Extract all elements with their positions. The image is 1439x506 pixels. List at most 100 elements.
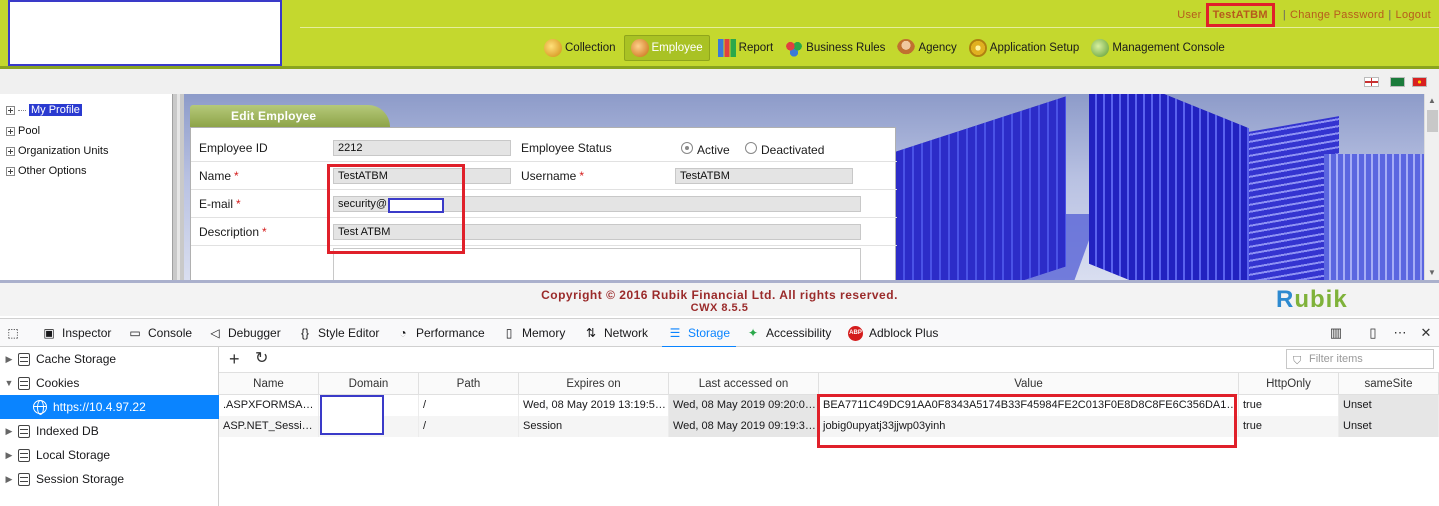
nav-label: Report xyxy=(738,42,774,54)
cell-path[interactable]: / xyxy=(419,395,519,416)
vietnam-flag-icon[interactable] xyxy=(1412,77,1427,87)
nav-collection[interactable]: Collection xyxy=(538,35,622,61)
cell-value[interactable]: jobig0upyatj33jjwp03yinh xyxy=(819,416,1239,437)
table-row[interactable]: ASP.NET_SessionId / Session Wed, 08 May … xyxy=(219,416,1439,437)
database-icon xyxy=(18,448,30,462)
collapsed-arrow-icon[interactable]: ▶ xyxy=(0,426,18,437)
tree-session-storage[interactable]: ▶ Session Storage xyxy=(0,467,219,491)
expand-icon[interactable] xyxy=(6,166,15,176)
tree-cookies[interactable]: ▼ Cookies xyxy=(0,371,219,395)
tree-local-storage[interactable]: ▶ Local Storage xyxy=(0,443,219,467)
cell-expires[interactable]: Session xyxy=(519,416,669,437)
status-active-radio[interactable] xyxy=(681,142,693,154)
tab-debugger[interactable]: ◁ Debugger xyxy=(208,319,280,347)
form-row-email: E-mail * security@ xyxy=(191,190,897,218)
tree-cache-storage[interactable]: ▶ Cache Storage xyxy=(0,347,219,371)
nav-management-console[interactable]: Management Console xyxy=(1085,35,1231,61)
tab-console[interactable]: ▭ Console xyxy=(128,319,192,347)
tab-style-editor[interactable]: {} Style Editor xyxy=(298,319,379,347)
logout-link[interactable]: Logout xyxy=(1396,9,1431,21)
column-header-httponly[interactable]: HttpOnly xyxy=(1239,373,1339,395)
nav-business-rules[interactable]: Business Rules xyxy=(779,35,891,61)
employee-status-label: Employee Status xyxy=(521,141,612,155)
saudi-flag-icon[interactable] xyxy=(1390,77,1405,87)
user-name: TestATBM xyxy=(1205,3,1275,27)
cell-samesite[interactable]: Unset xyxy=(1339,395,1439,416)
add-item-icon[interactable]: + xyxy=(229,350,240,368)
scroll-up-icon[interactable]: ▲ xyxy=(1428,96,1436,105)
cell-domain[interactable] xyxy=(319,395,419,416)
cell-last-accessed[interactable]: Wed, 08 May 2019 09:19:37 GMT xyxy=(669,416,819,437)
expand-icon[interactable] xyxy=(6,146,15,156)
nav-employee[interactable]: Employee xyxy=(623,35,710,61)
cell-httponly[interactable]: true xyxy=(1239,395,1339,416)
scroll-thumb[interactable] xyxy=(1427,110,1438,132)
more-options-icon[interactable]: ⋯ xyxy=(1392,325,1408,341)
tree-item-my-profile[interactable]: My Profile xyxy=(6,102,82,118)
dock-side-icon[interactable]: ▥ xyxy=(1328,325,1344,341)
tab-inspector[interactable]: ▣ Inspector xyxy=(42,319,111,347)
tree-indexed-db[interactable]: ▶ Indexed DB xyxy=(0,419,219,443)
name-field[interactable]: TestATBM xyxy=(333,168,511,184)
tab-storage[interactable]: ☰ Storage xyxy=(661,319,737,348)
english-flag-icon[interactable] xyxy=(1364,77,1379,87)
employee-id-field[interactable]: 2212 xyxy=(333,140,511,156)
nav-application-setup[interactable]: Application Setup xyxy=(963,35,1086,61)
content-area: Edit Employee Employee ID 2212 Employee … xyxy=(184,94,1424,280)
tab-accessibility[interactable]: ✦ Accessibility xyxy=(746,319,831,347)
status-deactivated-radio[interactable] xyxy=(745,142,757,154)
tab-performance[interactable]: ◔ Performance xyxy=(396,319,484,347)
cell-value[interactable]: BEA7711C49DC91AA0F8343A5174B33F45984FE2C… xyxy=(819,395,1239,416)
content-scrollbar[interactable]: ▲ ▼ xyxy=(1424,94,1439,280)
collapsed-arrow-icon[interactable]: ▶ xyxy=(0,474,18,485)
cell-last-accessed[interactable]: Wed, 08 May 2019 09:20:04 GMT xyxy=(669,395,819,416)
tree-label: Cache Storage xyxy=(36,352,117,366)
refresh-icon[interactable]: ↻ xyxy=(255,350,268,368)
scroll-down-icon[interactable]: ▼ xyxy=(1428,268,1436,277)
cell-expires[interactable]: Wed, 08 May 2019 13:19:59 GMT xyxy=(519,395,669,416)
cell-httponly[interactable]: true xyxy=(1239,416,1339,437)
tree-item-pool[interactable]: Pool xyxy=(6,123,40,139)
tab-adblock-plus[interactable]: ABP Adblock Plus xyxy=(848,319,938,347)
expanded-arrow-icon[interactable]: ▼ xyxy=(0,378,18,388)
email-field[interactable]: security@ xyxy=(333,196,861,212)
tab-network[interactable]: ⇅ Network xyxy=(584,319,648,347)
notes-textarea[interactable] xyxy=(333,248,861,280)
expand-icon[interactable] xyxy=(6,126,15,136)
close-icon[interactable]: ✕ xyxy=(1418,325,1434,341)
storage-tree: ▶ Cache Storage ▼ Cookies https://10.4.97.… xyxy=(0,347,219,506)
pick-element-button[interactable]: ⬚ xyxy=(6,319,26,347)
sidebar-splitter[interactable] xyxy=(172,94,184,280)
responsive-design-icon[interactable]: ▯ xyxy=(1365,325,1381,341)
column-header-domain[interactable]: Domain xyxy=(319,373,419,395)
tree-item-organization-units[interactable]: Organization Units xyxy=(6,143,109,159)
background-building xyxy=(1089,94,1249,280)
column-header-expires[interactable]: Expires on xyxy=(519,373,669,395)
nav-label: Business Rules xyxy=(806,42,886,54)
tab-memory[interactable]: ▯ Memory xyxy=(502,319,566,347)
cell-name[interactable]: .ASPXFORMSAUTH xyxy=(219,395,319,416)
cell-path[interactable]: / xyxy=(419,416,519,437)
change-password-link[interactable]: Change Password xyxy=(1290,9,1384,21)
table-row[interactable]: .ASPXFORMSAUTH / Wed, 08 May 2019 13:19:… xyxy=(219,395,1439,416)
expand-icon[interactable] xyxy=(6,105,15,115)
column-header-last-accessed[interactable]: Last accessed on xyxy=(669,373,819,395)
description-field[interactable]: Test ATBM xyxy=(333,224,861,240)
tree-cookie-host[interactable]: https://10.4.97.22 xyxy=(0,395,219,419)
nav-report[interactable]: Report xyxy=(712,35,780,61)
cell-samesite[interactable]: Unset xyxy=(1339,416,1439,437)
devtools-toolbar: ⬚ ▣ Inspector ▭ Console ◁ Debugger {} Style … xyxy=(0,318,1439,348)
employee-icon xyxy=(630,39,649,57)
username-field[interactable]: TestATBM xyxy=(675,168,853,184)
column-header-path[interactable]: Path xyxy=(419,373,519,395)
collapsed-arrow-icon[interactable]: ▶ xyxy=(0,450,18,461)
column-header-value[interactable]: Value xyxy=(819,373,1239,395)
tree-item-other-options[interactable]: Other Options xyxy=(6,163,86,179)
nav-agency[interactable]: Agency xyxy=(891,35,962,61)
filter-items-input[interactable]: ⛉ Filter items xyxy=(1286,349,1434,369)
column-header-name[interactable]: Name xyxy=(219,373,319,395)
cell-domain[interactable] xyxy=(319,416,419,437)
column-header-samesite[interactable]: sameSite xyxy=(1339,373,1439,395)
cell-name[interactable]: ASP.NET_SessionId xyxy=(219,416,319,437)
collapsed-arrow-icon[interactable]: ▶ xyxy=(0,354,18,365)
